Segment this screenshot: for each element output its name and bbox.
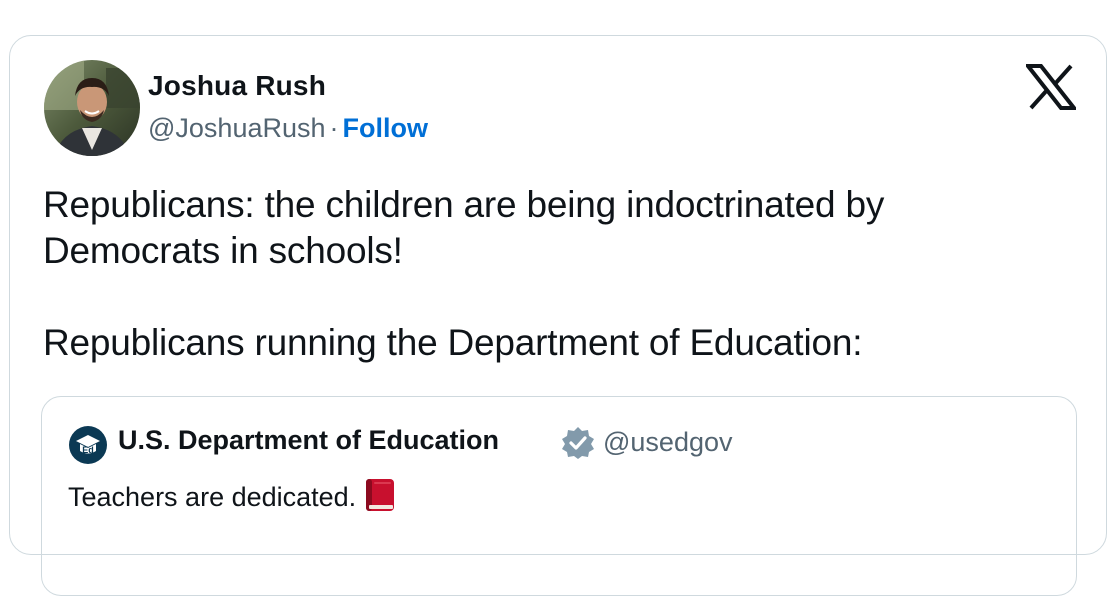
quoted-author-handle[interactable]: @usedgov: [603, 427, 733, 458]
quoted-tweet[interactable]: Ed U.S. Department of Education @usedgov…: [41, 396, 1077, 596]
quoted-author-name[interactable]: U.S. Department of Education: [118, 425, 499, 456]
avatar[interactable]: [44, 60, 140, 156]
x-logo-icon[interactable]: [1023, 64, 1079, 110]
author-handle[interactable]: @JoshuaRush: [148, 113, 326, 143]
red-book-icon: [364, 478, 396, 512]
ed-seal-icon: Ed: [68, 425, 108, 465]
quoted-text-content: Teachers are dedicated.: [68, 482, 357, 512]
tweet-text: Republicans: the children are being indo…: [43, 184, 885, 363]
meta-separator: ·: [329, 113, 339, 143]
tweet-card[interactable]: Joshua Rush @JoshuaRush · Follow Republica…: [9, 35, 1107, 596]
quoted-text: Teachers are dedicated.: [68, 478, 396, 513]
author-name[interactable]: Joshua Rush: [148, 70, 326, 102]
follow-link[interactable]: Follow: [343, 113, 428, 143]
verified-badge-icon: [561, 426, 595, 460]
svg-text:Ed: Ed: [82, 445, 94, 455]
author-meta: @JoshuaRush · Follow: [148, 113, 428, 144]
